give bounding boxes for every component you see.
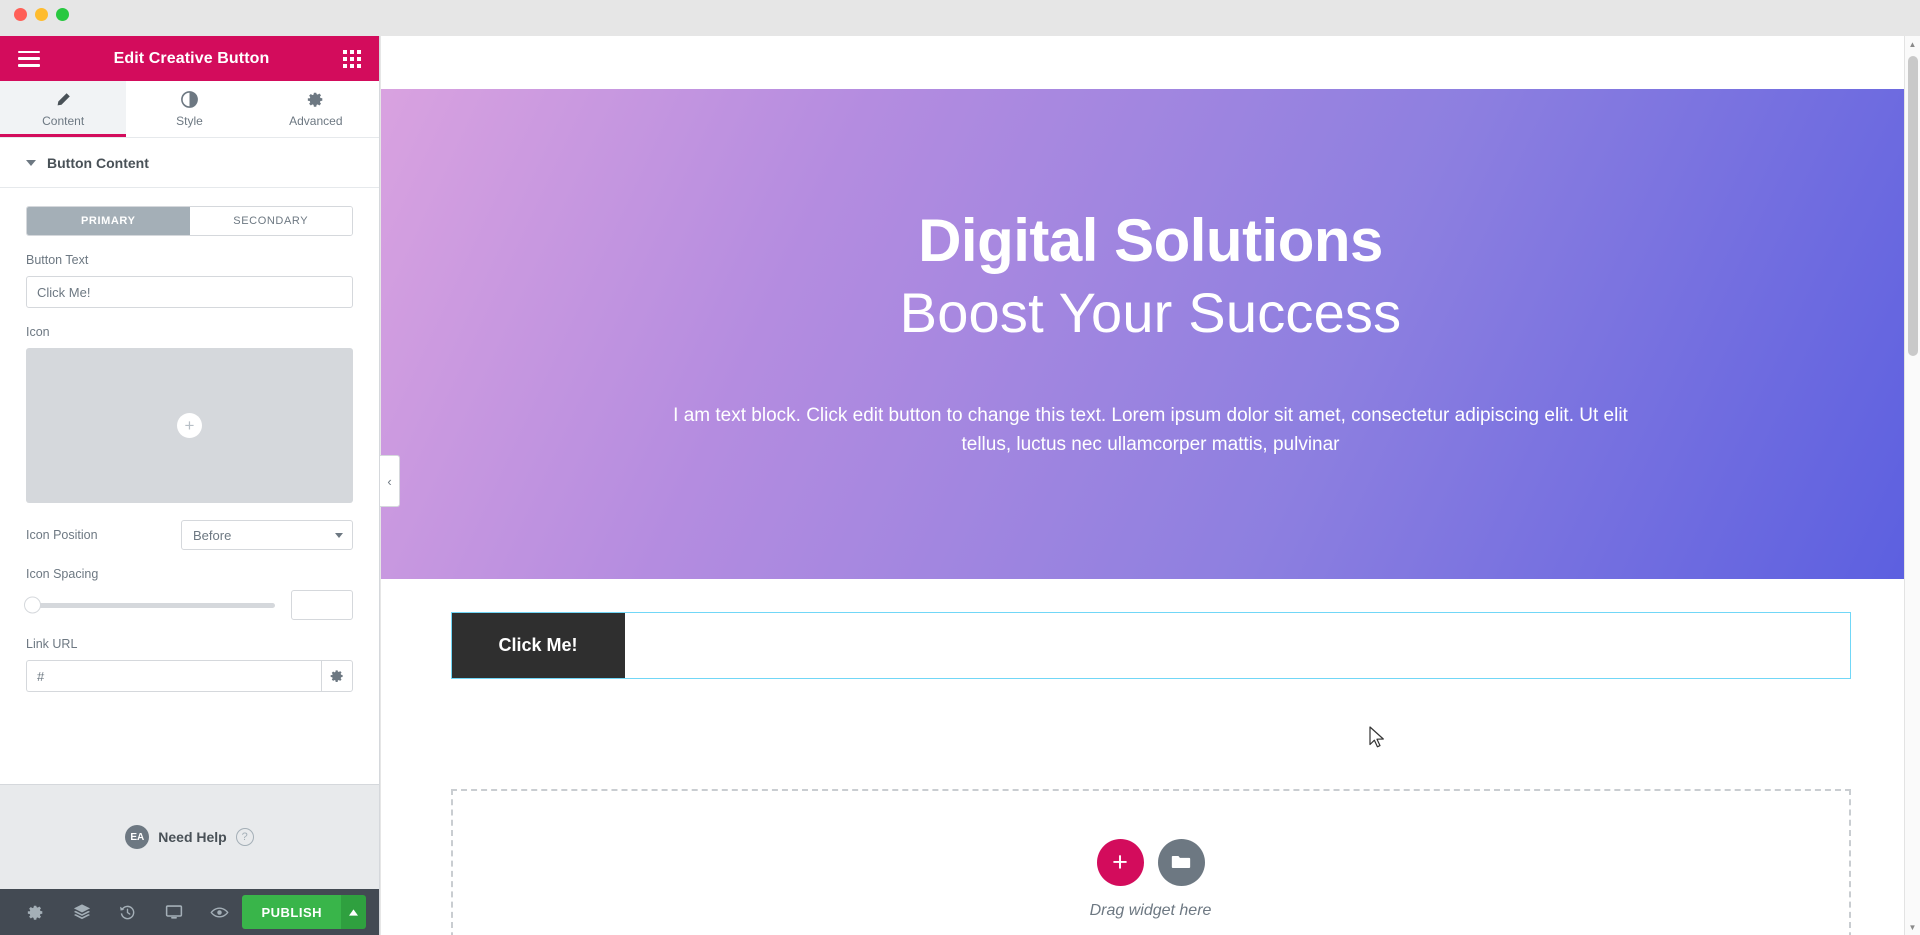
preview-button[interactable]: [197, 889, 243, 935]
hero-paragraph: I am text block. Click edit button to ch…: [673, 405, 1628, 455]
widget-dropzone[interactable]: + Drag widget here: [450, 789, 1851, 935]
need-help-label[interactable]: Need Help: [158, 829, 226, 845]
pencil-icon: [55, 91, 71, 109]
grid-icon[interactable]: [342, 49, 361, 68]
preview-canvas: Digital Solutions Boost Your Success I a…: [381, 36, 1920, 935]
eye-icon: [210, 906, 229, 918]
publish-button[interactable]: PUBLISH: [242, 895, 342, 929]
scrollbar-thumb[interactable]: [1908, 56, 1918, 356]
section-title: Button Content: [47, 154, 149, 171]
icon-spacing-label: Icon Spacing: [26, 567, 99, 581]
ea-badge-icon: EA: [125, 825, 150, 849]
maximize-window-button[interactable]: [56, 8, 69, 21]
page-scrollbar[interactable]: ▲ ▼: [1904, 36, 1920, 935]
icon-spacing-slider[interactable]: [24, 596, 275, 614]
elementor-editor: Edit Creative Button Content Style Advan…: [0, 0, 1920, 935]
slider-handle[interactable]: [24, 596, 41, 614]
chevron-up-icon: [349, 908, 359, 916]
hero-section[interactable]: Digital Solutions Boost Your Success I a…: [381, 89, 1920, 579]
dropzone-label: Drag widget here: [1089, 901, 1212, 919]
add-icon-button[interactable]: +: [177, 413, 202, 438]
layers-icon: [73, 904, 90, 920]
tab-advanced[interactable]: Advanced: [253, 81, 379, 137]
icon-label: Icon: [26, 325, 50, 339]
navigator-button[interactable]: [59, 889, 105, 935]
panel-footer: EA Need Help ?: [0, 784, 379, 889]
template-library-button[interactable]: [1157, 838, 1205, 886]
icon-position-select[interactable]: Before: [181, 520, 353, 550]
add-widget-button[interactable]: +: [1096, 838, 1144, 886]
tab-content-label: Content: [42, 113, 85, 128]
icon-position-label: Icon Position: [26, 528, 98, 542]
control-icon-spacing: Icon Spacing: [24, 567, 353, 620]
icon-spacing-row: [24, 590, 353, 620]
panel-collapse-handle[interactable]: ‹: [380, 455, 400, 507]
control-link-url: Link URL: [26, 637, 353, 692]
settings-button[interactable]: [13, 889, 59, 935]
widget-selection-frame[interactable]: Click Me!: [450, 612, 1851, 679]
history-icon: [120, 905, 135, 919]
tab-style[interactable]: Style: [126, 81, 252, 137]
tab-advanced-label: Advanced: [289, 113, 343, 128]
control-icon-position: Icon Position Before: [26, 520, 353, 550]
panel-title: Edit Creative Button: [113, 49, 270, 67]
button-text-label: Button Text: [26, 253, 89, 267]
folder-icon: [1171, 856, 1191, 868]
publish-options-button[interactable]: [341, 895, 367, 929]
gear-icon: [28, 905, 43, 920]
controls-list: PRIMARY SECONDARY Button Text Icon + Ico…: [0, 188, 379, 692]
minimize-window-button[interactable]: [35, 8, 48, 21]
link-options-button[interactable]: [320, 660, 353, 692]
chevron-down-icon: [335, 532, 343, 538]
history-button[interactable]: [105, 889, 151, 935]
mouse-cursor-icon: [1369, 726, 1384, 748]
gear-icon: [307, 91, 324, 109]
link-url-row: [26, 660, 353, 692]
button-widget-section: Click Me!: [381, 612, 1920, 679]
panel-bottom-bar: PUBLISH: [0, 889, 379, 935]
close-window-button[interactable]: [14, 8, 27, 21]
monitor-icon: [165, 905, 182, 919]
hamburger-icon[interactable]: [18, 50, 40, 67]
control-primary-secondary: PRIMARY SECONDARY: [26, 206, 353, 236]
panel-body: Button Content PRIMARY SECONDARY Button …: [0, 138, 379, 784]
segmented-control: PRIMARY SECONDARY: [26, 206, 353, 236]
hero-heading: Digital Solutions: [918, 207, 1383, 275]
icon-picker[interactable]: +: [26, 348, 353, 503]
hero-subheading: Boost Your Success: [899, 281, 1402, 345]
scroll-up-arrow[interactable]: ▲: [1905, 36, 1920, 52]
editor-panel: Edit Creative Button Content Style Advan…: [0, 36, 380, 935]
chevron-down-icon: [26, 159, 36, 166]
scroll-down-arrow[interactable]: ▼: [1905, 919, 1920, 935]
click-me-button[interactable]: Click Me!: [451, 613, 625, 678]
icon-spacing-number-input[interactable]: [291, 590, 353, 620]
traffic-lights: [14, 8, 69, 21]
panel-header: Edit Creative Button: [0, 36, 379, 81]
section-button-content[interactable]: Button Content: [0, 138, 379, 188]
window-titlebar: [0, 0, 1920, 36]
dropzone-buttons: +: [1096, 838, 1205, 886]
contrast-icon: [181, 91, 198, 109]
gear-icon: [330, 670, 343, 682]
icon-position-value: Before: [193, 527, 232, 543]
link-url-input[interactable]: [26, 660, 321, 692]
panel-tabs: Content Style Advanced: [0, 81, 379, 138]
segment-secondary[interactable]: SECONDARY: [189, 207, 352, 235]
help-icon[interactable]: ?: [235, 828, 254, 846]
segment-primary[interactable]: PRIMARY: [27, 207, 190, 235]
tab-content[interactable]: Content: [0, 81, 127, 137]
link-url-label: Link URL: [26, 637, 78, 651]
responsive-mode-button[interactable]: [151, 889, 197, 935]
control-icon: Icon +: [26, 325, 353, 503]
control-button-text: Button Text: [26, 253, 353, 308]
publish-control: PUBLISH: [242, 895, 367, 929]
button-text-input[interactable]: [26, 276, 353, 308]
tab-style-label: Style: [176, 113, 203, 128]
